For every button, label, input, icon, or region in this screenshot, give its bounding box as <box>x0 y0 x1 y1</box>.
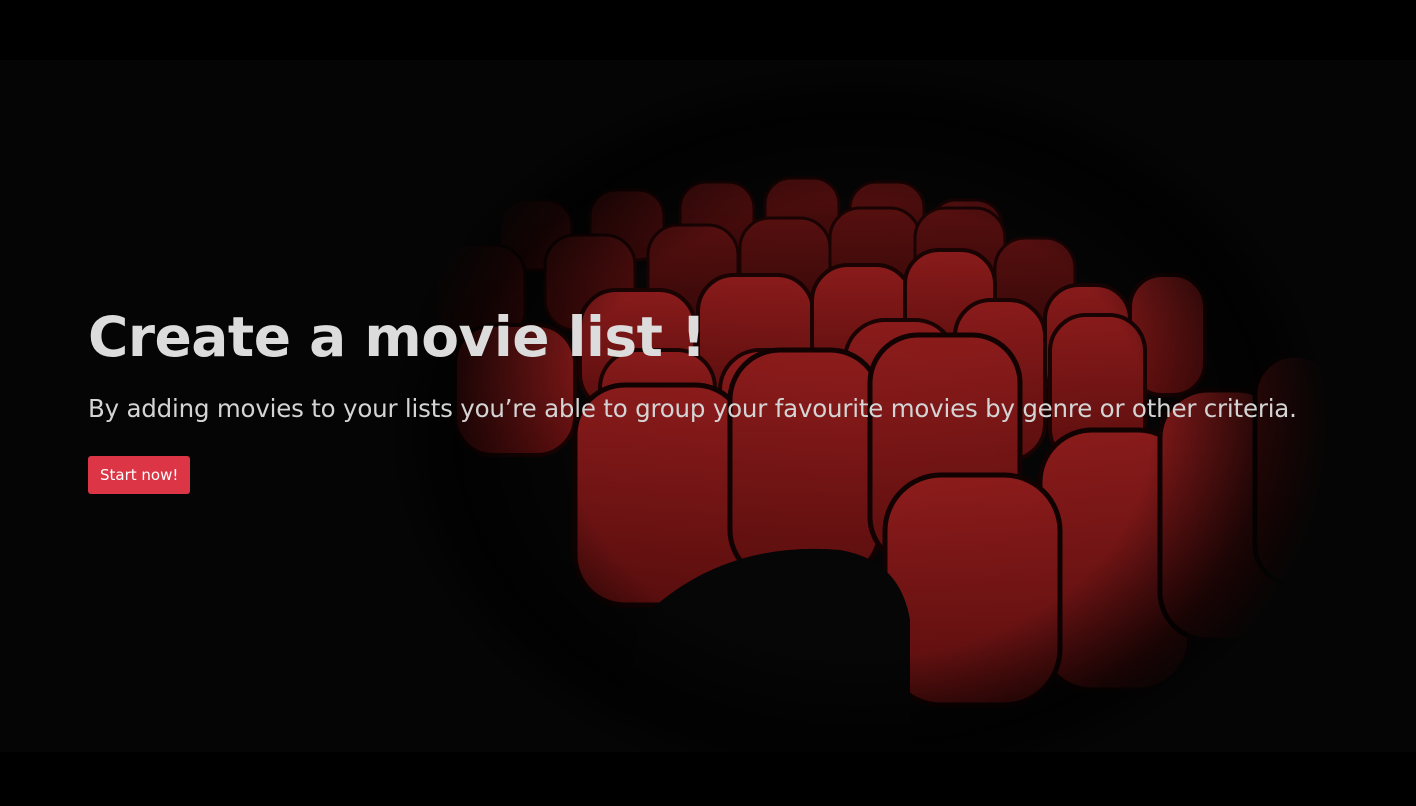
page: Create a movie list ! By adding movies t… <box>0 0 1416 806</box>
hero-content: Create a movie list ! By adding movies t… <box>88 302 1388 494</box>
page-title: Create a movie list ! <box>88 305 706 369</box>
hero-subtitle: By adding movies to your lists you’re ab… <box>88 394 1297 423</box>
start-now-button[interactable]: Start now! <box>88 456 191 494</box>
bottom-bar <box>0 752 1416 806</box>
hero-section: Create a movie list ! By adding movies t… <box>0 60 1416 752</box>
top-bar <box>0 0 1416 60</box>
